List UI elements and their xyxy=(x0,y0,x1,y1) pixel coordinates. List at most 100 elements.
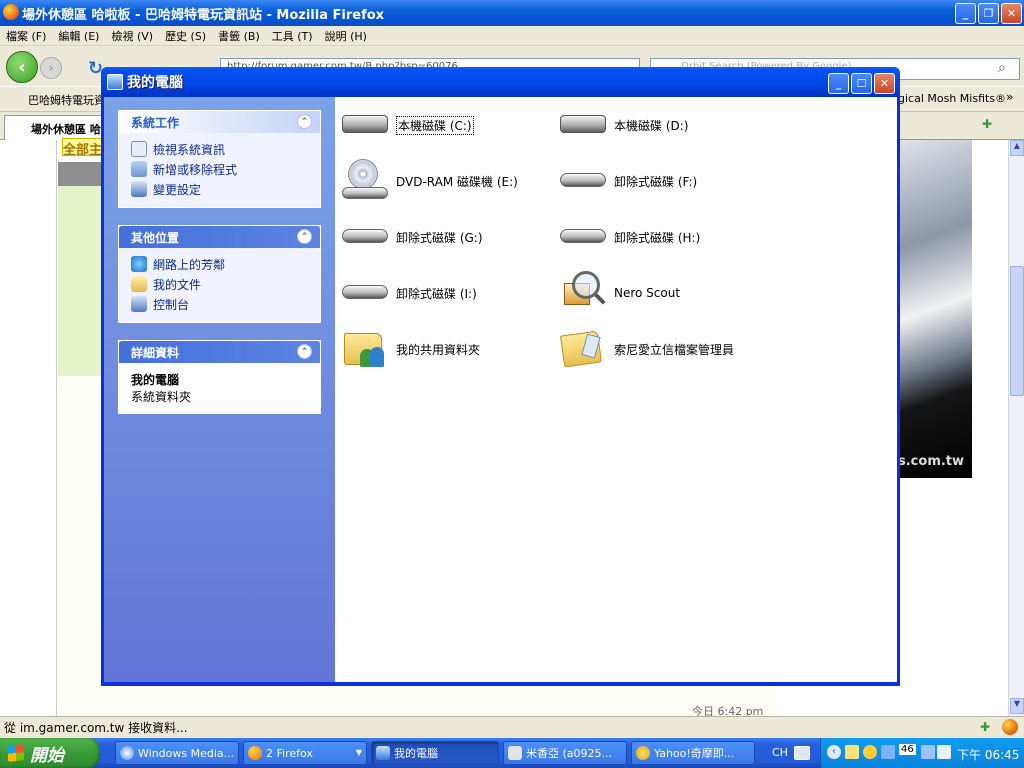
link-change-settings[interactable]: 變更設定 xyxy=(131,179,310,199)
minimize-button[interactable]: _ xyxy=(955,3,976,24)
scroll-down-icon[interactable]: ▼ xyxy=(1010,698,1024,714)
mc-maximize-button[interactable]: ☐ xyxy=(851,73,872,94)
addon-icon[interactable]: ✚ xyxy=(980,720,990,734)
scroll-thumb[interactable] xyxy=(1010,266,1024,396)
other-places-panel: 其他位置 ⌃ 網路上的芳鄰 我的文件 控制台 xyxy=(118,225,321,323)
bookmarks-overflow-icon[interactable]: » xyxy=(1006,90,1013,104)
drive-label: 卸除式磁碟 (I:) xyxy=(396,286,477,301)
firefox-title-bar: 場外休憩區 哈啦板 - 巴哈姆特電玩資訊站 - Mozilla Firefox xyxy=(0,0,1024,26)
drive-f[interactable]: 卸除式磁碟 (F:) xyxy=(558,157,697,205)
other-places-header[interactable]: 其他位置 ⌃ xyxy=(119,226,320,248)
status-bar: 從 im.gamer.com.tw 接收資料... ✚ xyxy=(0,716,1024,738)
link-my-documents[interactable]: 我的文件 xyxy=(131,274,310,294)
link-label: 變更設定 xyxy=(153,182,202,197)
page-scrollbar[interactable]: ▲ ▼ xyxy=(1008,140,1024,716)
menu-help[interactable]: 說明 (H) xyxy=(325,28,367,44)
task-label: 我的電腦 xyxy=(394,747,438,760)
task-yahoo-messenger[interactable]: Yahoo!奇摩即... xyxy=(631,741,755,765)
menu-file[interactable]: 檔案 (F) xyxy=(6,28,46,44)
menu-view[interactable]: 檢視 (V) xyxy=(111,28,153,44)
hard-drive-icon xyxy=(340,101,388,149)
system-tasks-panel: 系統工作 ⌃ 檢視系統資訊 新增或移除程式 變更設定 xyxy=(118,110,321,208)
link-add-remove-programs[interactable]: 新增或移除程式 xyxy=(131,159,310,179)
new-tab-icon[interactable]: ✚ xyxy=(982,117,998,133)
tray-icon[interactable] xyxy=(881,745,895,759)
bookmark-item[interactable]: 巴哈姆特電玩資 xyxy=(10,92,105,108)
link-control-panel[interactable]: 控制台 xyxy=(131,294,310,314)
shared-folder[interactable]: 我的共用資料夾 xyxy=(340,325,480,373)
drive-label: 卸除式磁碟 (H:) xyxy=(614,230,701,245)
tray-icon[interactable] xyxy=(845,745,859,759)
file-manager[interactable]: 索尼愛立信檔案管理員 xyxy=(558,325,734,373)
forward-button[interactable]: › xyxy=(40,57,62,79)
firefox-status-icon[interactable] xyxy=(1002,719,1018,735)
shared-folder-icon xyxy=(340,325,388,373)
menu-history[interactable]: 歷史 (S) xyxy=(165,28,206,44)
tab-forum[interactable]: 場外休憩區 哈 xyxy=(4,115,104,140)
drive-h[interactable]: 卸除式磁碟 (H:) xyxy=(558,213,700,261)
drive-c[interactable]: 本機磁碟 (C:) xyxy=(340,101,474,149)
mc-close-button[interactable]: ✕ xyxy=(874,73,895,94)
bookmark-item-right[interactable]: gical Mosh Misfits® xyxy=(898,92,1006,105)
network-icon xyxy=(131,256,147,272)
computer-task-icon xyxy=(376,746,390,760)
back-button[interactable]: ‹ xyxy=(6,51,38,83)
advertisement-banner[interactable] xyxy=(896,140,972,478)
hard-drive-icon xyxy=(558,101,606,149)
all-threads-button[interactable]: 全部主 xyxy=(62,138,104,158)
collapse-icon[interactable]: ⌃ xyxy=(297,229,312,244)
panel-title: 系統工作 xyxy=(131,115,180,130)
ad-text: s.com.tw xyxy=(898,454,965,469)
panel-title: 詳細資料 xyxy=(131,345,180,360)
task-windows-media[interactable]: Windows Media... xyxy=(115,741,239,765)
tab-label: 場外休憩區 哈 xyxy=(31,123,101,136)
drive-label: DVD-RAM 磁碟機 (E:) xyxy=(396,174,518,189)
task-firefox[interactable]: 2 Firefox ▼ xyxy=(243,741,367,765)
details-header[interactable]: 詳細資料 ⌃ xyxy=(119,341,320,363)
drive-label: 本機磁碟 (D:) xyxy=(614,118,689,133)
drive-d[interactable]: 本機磁碟 (D:) xyxy=(558,101,688,149)
menu-tools[interactable]: 工具 (T) xyxy=(272,28,313,44)
nero-scout-icon xyxy=(558,269,606,317)
tray-badge[interactable]: 46 xyxy=(899,744,916,755)
windows-logo-icon xyxy=(8,744,24,762)
window-title: 我的電腦 xyxy=(127,75,183,91)
system-tasks-header[interactable]: 系統工作 ⌃ xyxy=(119,111,320,133)
tray-icon[interactable] xyxy=(937,745,951,759)
drive-g[interactable]: 卸除式磁碟 (G:) xyxy=(340,213,483,261)
mc-minimize-button[interactable]: _ xyxy=(828,73,849,94)
task-label: Windows Media... xyxy=(138,746,235,760)
link-label: 我的文件 xyxy=(153,277,202,292)
system-tray: ‹ 46 下午 06:45 xyxy=(820,738,1024,768)
drive-label: 索尼愛立信檔案管理員 xyxy=(614,342,735,357)
media-player-icon xyxy=(120,746,134,760)
start-button[interactable]: 開始 xyxy=(0,738,100,768)
drive-label: 本機磁碟 (C:) xyxy=(396,115,474,135)
menu-bookmarks[interactable]: 書籤 (B) xyxy=(218,28,260,44)
nero-scout[interactable]: Nero Scout xyxy=(558,269,680,317)
link-label: 檢視系統資訊 xyxy=(153,142,226,157)
link-network-places[interactable]: 網路上的芳鄰 xyxy=(131,254,310,274)
menu-edit[interactable]: 編輯 (E) xyxy=(58,28,99,44)
my-computer-title-bar[interactable]: 我的電腦 xyxy=(101,67,900,97)
task-my-computer[interactable]: 我的電腦 xyxy=(371,741,499,765)
drive-label: 卸除式磁碟 (F:) xyxy=(614,174,698,189)
restore-button[interactable]: ❐ xyxy=(978,3,999,24)
task-messenger-chat[interactable]: 米香亞 (a0925... xyxy=(503,741,627,765)
drive-i[interactable]: 卸除式磁碟 (I:) xyxy=(340,269,477,317)
drive-e[interactable]: DVD-RAM 磁碟機 (E:) xyxy=(340,157,518,205)
details-name: 我的電腦 xyxy=(131,373,180,387)
link-view-system-info[interactable]: 檢視系統資訊 xyxy=(131,139,310,159)
keyboard-icon[interactable] xyxy=(794,746,810,760)
tray-icon[interactable] xyxy=(863,745,877,759)
search-icon[interactable]: ⌕ xyxy=(998,60,1006,76)
removable-disk-icon xyxy=(558,213,606,261)
collapse-icon[interactable]: ⌃ xyxy=(297,114,312,129)
language-indicator[interactable]: CH xyxy=(772,746,788,759)
tray-icon[interactable] xyxy=(921,745,935,759)
scroll-up-icon[interactable]: ▲ xyxy=(1010,140,1024,156)
collapse-icon[interactable]: ⌃ xyxy=(297,344,312,359)
tray-expand-icon[interactable]: ‹ xyxy=(827,745,841,759)
clock[interactable]: 下午 06:45 xyxy=(957,746,1019,763)
close-button[interactable]: ✕ xyxy=(1001,3,1022,24)
